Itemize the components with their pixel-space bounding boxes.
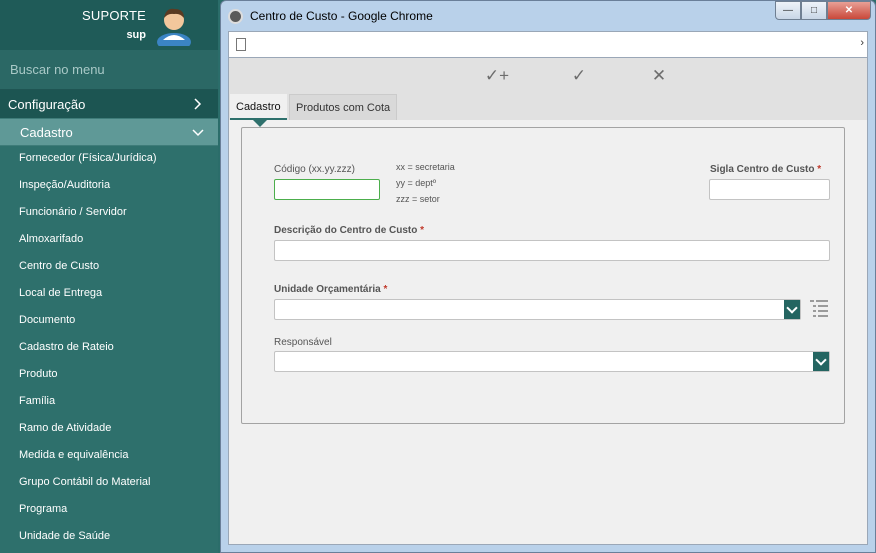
chevron-right-icon[interactable]: › [860,37,864,49]
sidebar-item-unidade-de-saude[interactable]: Unidade de Saúde [0,524,218,551]
sidebar-item-funcionario[interactable]: Funcionário / Servidor [0,200,218,227]
required-marker: * [383,284,388,295]
sidebar-item-grupo-contabil[interactable]: Grupo Contábil do Material [0,470,218,497]
sidebar-item-familia[interactable]: Família [0,389,218,416]
sidebar-item-inspecao[interactable]: Inspeção/Auditoria [0,173,218,200]
descricao-input[interactable] [274,240,830,261]
sidebar-item-ramo-de-atividade[interactable]: Ramo de Atividade [0,416,218,443]
active-tab-pointer [253,120,267,127]
sidebar-subsection-cadastro[interactable]: Cadastro [0,118,218,146]
tab-produtos-com-cota[interactable]: Produtos com Cota [289,94,398,120]
chrome-logo-icon [228,9,243,24]
sidebar-item-programa[interactable]: Programa [0,497,218,524]
unidade-label-text: Unidade Orçamentária [274,284,381,295]
sidebar-item-fornecedor[interactable]: Fornecedor (Física/Jurídica) [0,146,218,173]
descricao-label: Descrição do Centro de Custo * [274,225,424,236]
tab-cadastro[interactable]: Cadastro [230,94,287,120]
address-bar[interactable]: › [228,31,868,58]
window-controls: — □ ✕ [775,1,871,21]
avatar-icon[interactable] [154,4,194,46]
sidebar-section-label: Configuração [8,96,86,112]
sidebar-subsection-label: Cadastro [20,124,73,140]
check-icon: ✓ [571,66,587,85]
minimize-button[interactable]: — [775,1,801,20]
check-plus-icon: ✓+ [484,66,510,85]
sigla-label: Sigla Centro de Custo * [710,164,821,175]
close-button[interactable]: ✕ [827,1,871,20]
menu-search-input[interactable] [10,62,210,77]
sidebar-item-produto[interactable]: Produto [0,362,218,389]
codigo-label: Código (xx.yy.zzz) [274,164,355,175]
chevron-down-icon [192,129,204,137]
page-content: ✓+ ✓ ✕ Cadastro Produtos com Cota Código… [228,58,868,545]
sidebar: SUPORTE sup Configuração Cadastro Fornec… [0,0,218,553]
descricao-label-text: Descrição do Centro de Custo [274,225,418,236]
sidebar-item-cadastro-de-rateio[interactable]: Cadastro de Rateio [0,335,218,362]
user-name: SUPORTE [81,8,146,23]
sidebar-section-configuracao[interactable]: Configuração [0,90,218,118]
hint-secretaria: xx = secretaria [396,162,455,172]
menu-search [0,50,218,90]
browser-window: Centro de Custo - Google Chrome — □ ✕ › … [220,0,876,553]
sidebar-item-almoxarifado[interactable]: Almoxarifado [0,227,218,254]
window-title: Centro de Custo - Google Chrome [250,9,433,23]
sidebar-item-medida[interactable]: Medida e equivalência [0,443,218,470]
page-icon [236,38,246,51]
form-toolbar: ✓+ ✓ ✕ [229,58,867,92]
sidebar-item-documento[interactable]: Documento [0,308,218,335]
user-login: sup [126,29,146,41]
maximize-button[interactable]: □ [801,1,827,20]
sidebar-item-local-de-entrega[interactable]: Local de Entrega [0,281,218,308]
required-marker: * [817,164,822,175]
unidade-select[interactable] [274,299,801,320]
hint-setor: zzz = setor [396,194,440,204]
user-info: SUPORTE sup [82,8,146,41]
unidade-label: Unidade Orçamentária * [274,284,387,295]
chevron-down-icon[interactable] [813,352,829,371]
sidebar-menu-list: Fornecedor (Física/Jurídica) Inspeção/Au… [0,146,218,551]
responsavel-select[interactable] [274,351,830,372]
sigla-label-text: Sigla Centro de Custo [710,164,815,175]
hint-departamento: yy = deptº [396,178,437,188]
form-panel: Código (xx.yy.zzz) xx = secretaria yy = … [241,127,845,424]
codigo-input[interactable] [274,179,380,200]
sidebar-item-centro-de-custo[interactable]: Centro de Custo [0,254,218,281]
cancel-button[interactable]: ✕ [644,66,674,86]
user-header: SUPORTE sup [0,0,218,50]
list-icon[interactable] [810,298,828,318]
required-marker: * [420,225,425,236]
sigla-input[interactable] [709,179,830,200]
chevron-right-icon [194,98,202,110]
chevron-down-icon[interactable] [784,300,800,319]
tab-bar: Cadastro Produtos com Cota [229,92,867,120]
window-titlebar[interactable]: Centro de Custo - Google Chrome — □ ✕ [221,1,875,31]
responsavel-label: Responsável [274,337,332,348]
x-icon: ✕ [651,66,667,85]
save-button[interactable]: ✓ [564,66,594,86]
save-new-button[interactable]: ✓+ [482,66,512,86]
